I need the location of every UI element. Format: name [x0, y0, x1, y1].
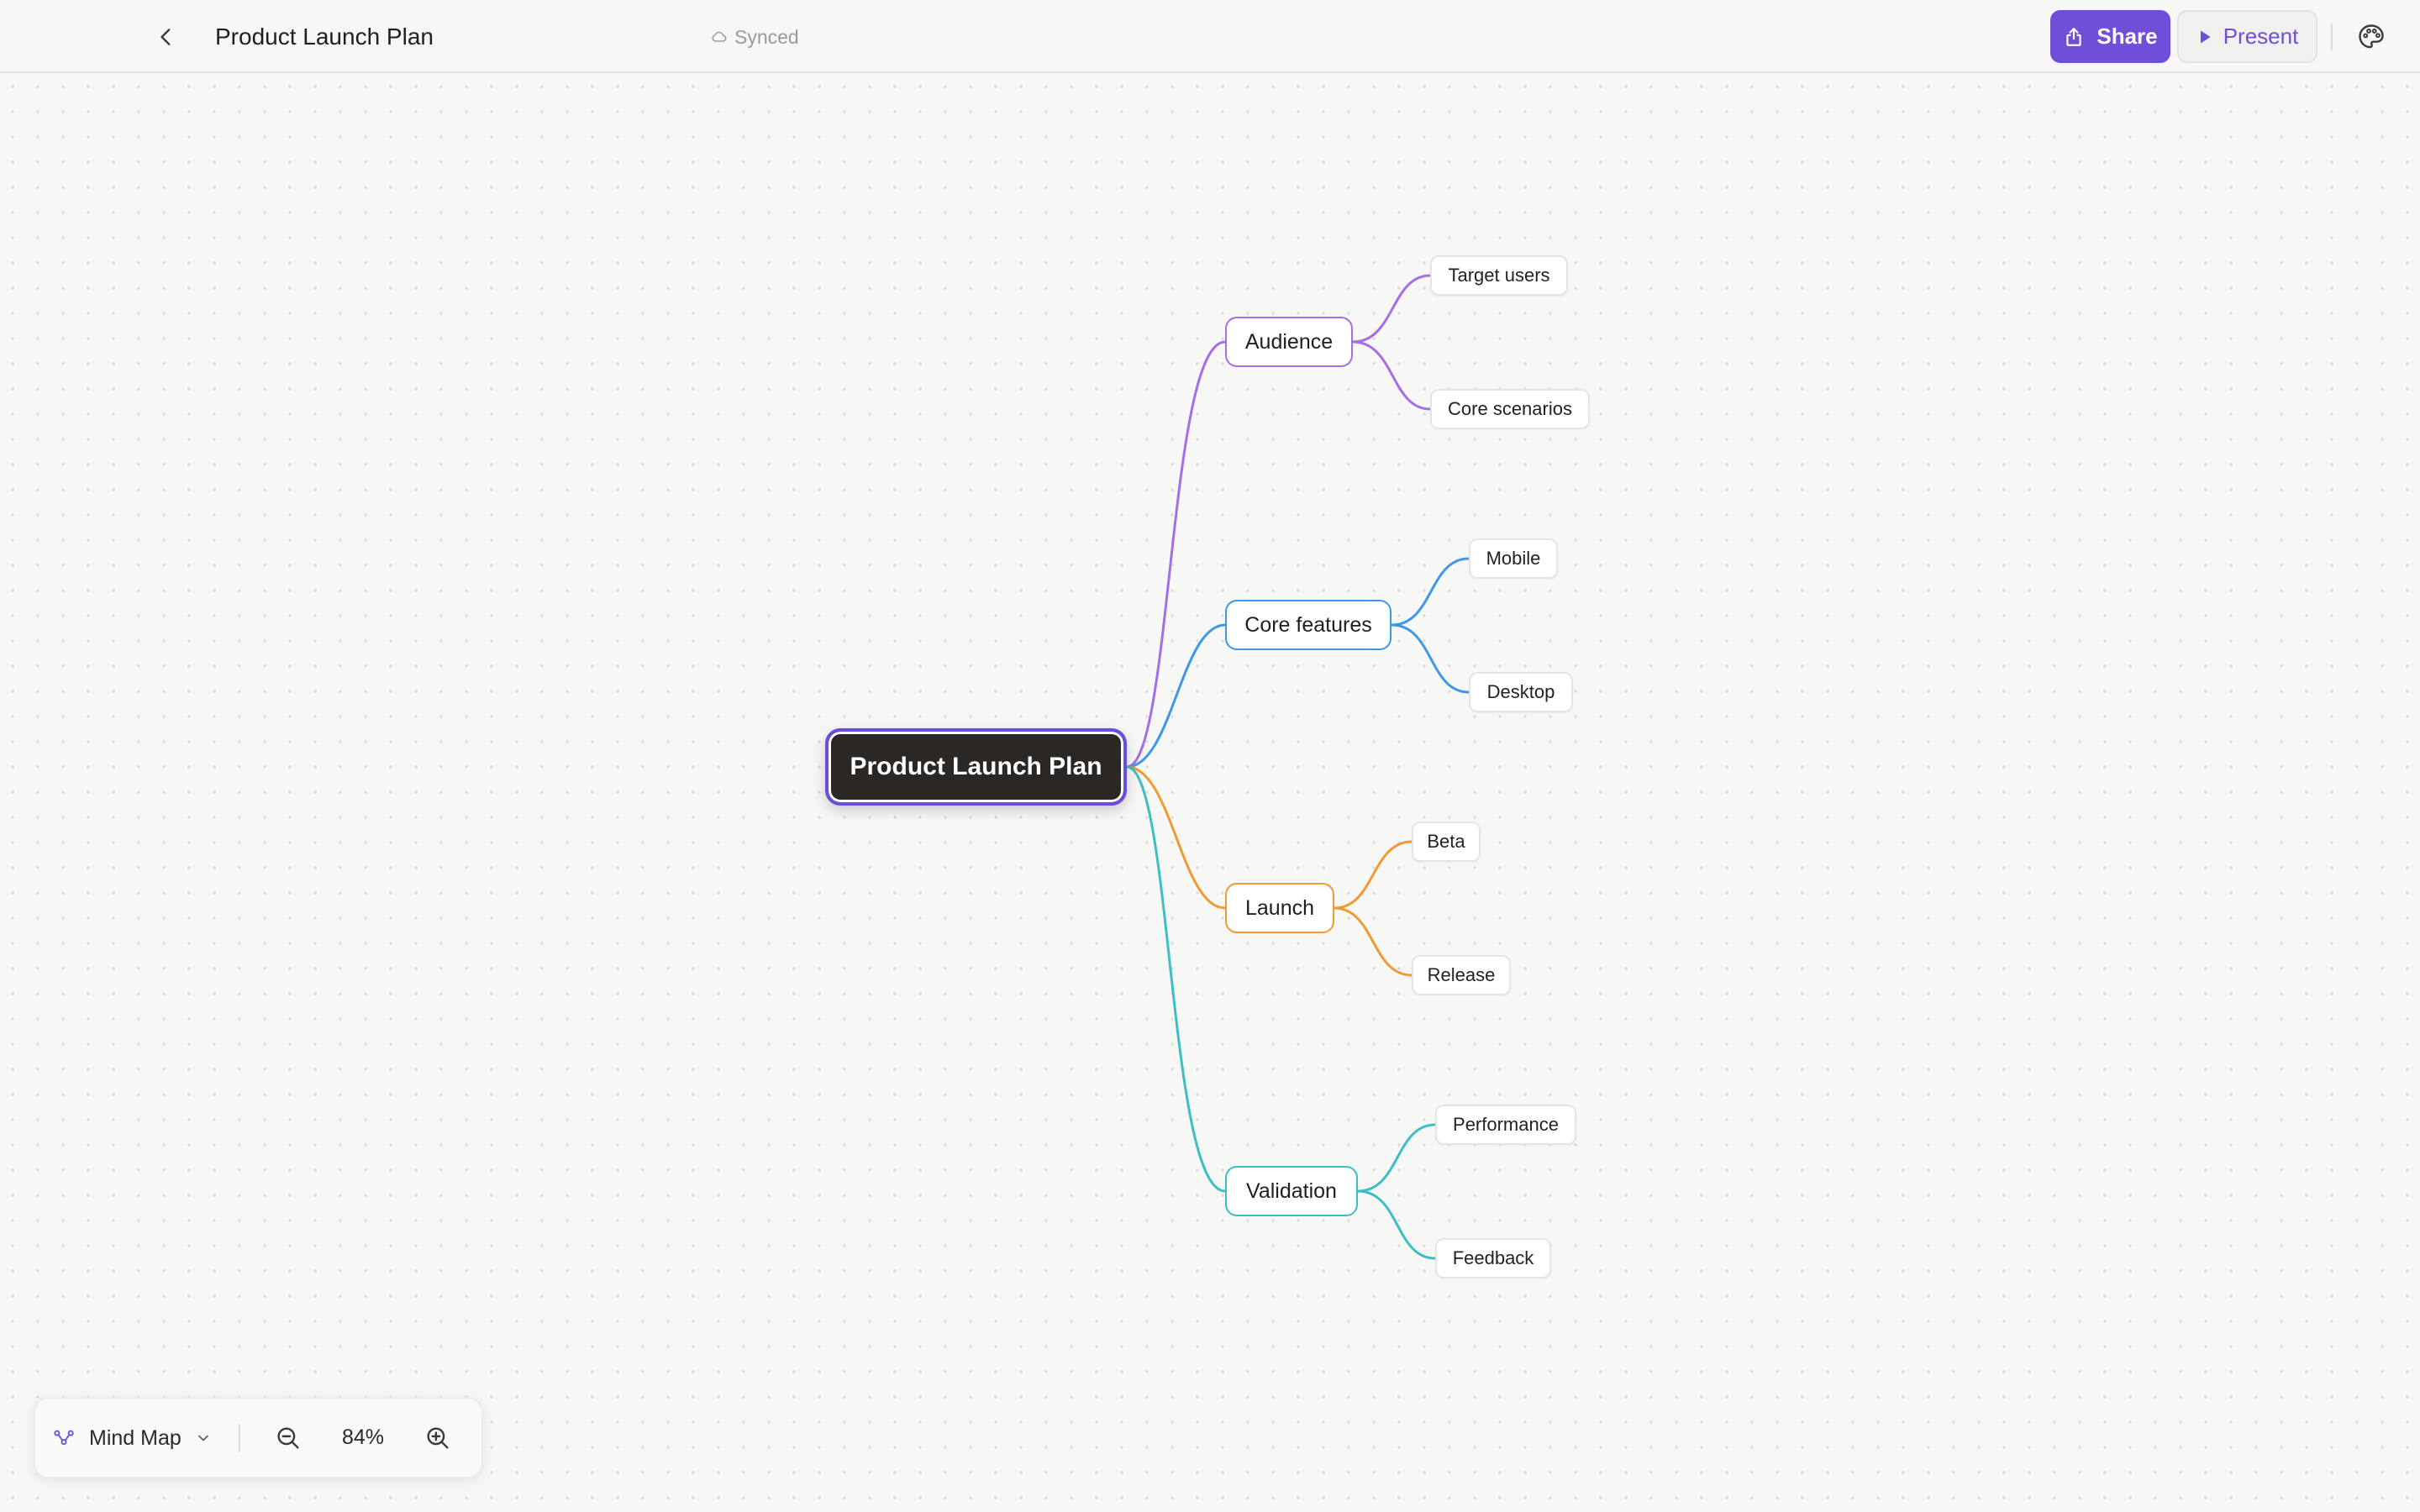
branch-node-audience[interactable]: Audience: [1225, 317, 1353, 367]
mindmap-icon: [54, 1430, 74, 1446]
leaf-node-performance[interactable]: Performance: [1435, 1105, 1576, 1145]
bottom-toolbar: Mind Map 84%: [34, 1397, 483, 1478]
sync-status: Synced: [711, 24, 799, 50]
leaf-node-core-scenarios[interactable]: Core scenarios: [1430, 389, 1590, 429]
theme-button[interactable]: [2353, 18, 2390, 55]
app-window: Product Launch Plan Synced Share Present: [0, 0, 2420, 1512]
share-label: Share: [2096, 24, 2158, 49]
bottom-toolbar-divider: [239, 1424, 240, 1452]
play-icon: [2200, 30, 2211, 43]
zoom-in-button[interactable]: [418, 1419, 457, 1457]
zoom-out-button[interactable]: [269, 1419, 308, 1457]
branch-node-validation[interactable]: Validation: [1225, 1166, 1358, 1216]
view-mode-dropdown[interactable]: Mind Map: [52, 1417, 212, 1459]
chevron-down-icon: [197, 1435, 208, 1441]
share-button[interactable]: Share: [2050, 10, 2170, 63]
branch-node-core-features[interactable]: Core features: [1225, 600, 1392, 650]
sync-status-label: Synced: [734, 25, 799, 48]
toolbar-divider: [2331, 24, 2333, 50]
document-title[interactable]: Product Launch Plan: [215, 22, 434, 52]
share-icon: [2066, 27, 2082, 46]
present-label: Present: [2223, 24, 2299, 49]
leaf-node-desktop[interactable]: Desktop: [1469, 672, 1573, 712]
zoom-in-icon: [427, 1427, 449, 1449]
leaf-node-beta[interactable]: Beta: [1412, 822, 1481, 862]
branch-node-launch[interactable]: Launch: [1225, 883, 1334, 933]
back-button[interactable]: [148, 18, 185, 55]
cloud-icon: [712, 31, 727, 42]
chevron-left-icon: [160, 29, 171, 45]
zoom-out-icon: [277, 1427, 299, 1449]
canvas[interactable]: [0, 74, 2420, 1512]
leaf-node-mobile[interactable]: Mobile: [1469, 538, 1558, 579]
top-bar: Product Launch Plan Synced Share Present: [0, 0, 2420, 73]
present-button[interactable]: Present: [2177, 10, 2317, 63]
view-mode-label: Mind Map: [89, 1425, 182, 1450]
leaf-node-target-users[interactable]: Target users: [1430, 255, 1568, 296]
leaf-node-release[interactable]: Release: [1412, 955, 1511, 995]
leaf-node-feedback[interactable]: Feedback: [1435, 1238, 1551, 1278]
palette-icon: [2359, 24, 2384, 49]
mindmap-root-node[interactable]: Product Launch Plan: [825, 728, 1127, 806]
zoom-level: 84%: [341, 1425, 385, 1449]
